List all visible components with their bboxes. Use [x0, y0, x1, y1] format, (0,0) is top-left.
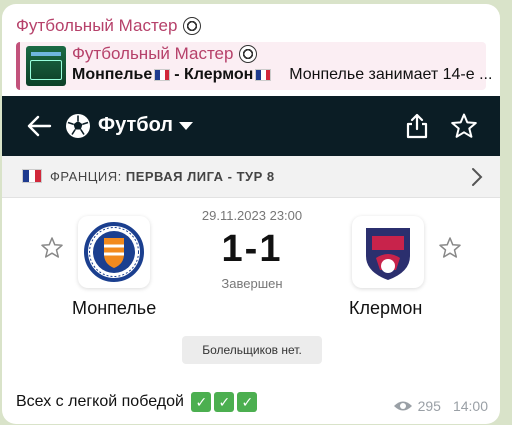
chevron-right-icon[interactable] — [470, 167, 484, 187]
check-mark-emoji-icon: ✓ — [214, 392, 235, 412]
match-score: 1-1 — [221, 228, 283, 270]
message-caption: Всех с легкой победой ✓ ✓ ✓ — [16, 392, 258, 412]
sender-name[interactable]: Футбольный Мастер — [16, 16, 202, 36]
france-flag-icon — [154, 69, 171, 81]
league-title: ФРАНЦИЯ: ПЕРВАЯ ЛИГА - ТУР 8 — [50, 169, 275, 184]
reply-preview-text: Монпелье занимает 14-е ... — [289, 66, 493, 83]
screenshot-image[interactable]: Футбол ФРАНЦИЯ: ПЕРВАЯ ЛИГА - ТУР 8 Монп… — [2, 96, 500, 378]
soccer-ball-emoji-icon — [183, 17, 202, 35]
message-bubble: Футбольный Мастер Футбольный Мастер Монп… — [2, 4, 500, 424]
match-status: Завершен — [221, 276, 283, 291]
reply-title: Футбольный Мастер — [72, 44, 258, 64]
view-count: 295 — [417, 398, 441, 414]
favorite-star-icon[interactable] — [450, 112, 478, 140]
reply-home-team: Монпелье — [72, 66, 153, 83]
league-header[interactable]: ФРАНЦИЯ: ПЕРВАЯ ЛИГА - ТУР 8 — [2, 156, 500, 198]
eye-icon — [393, 401, 412, 411]
reply-away-team: Клермон — [184, 66, 254, 83]
france-flag-icon — [22, 169, 42, 183]
soccer-ball-emoji-icon — [239, 45, 258, 63]
home-team-name[interactable]: Монпелье — [72, 298, 156, 319]
montpellier-crest-icon — [84, 222, 144, 282]
away-team-logo[interactable] — [352, 216, 424, 288]
message-time: 14:00 — [452, 398, 488, 414]
match-card: Монпелье 29.11.2023 23:00 1-1 Завершен К… — [2, 198, 500, 378]
back-arrow-icon[interactable] — [26, 113, 52, 139]
favorite-star-icon[interactable] — [40, 236, 64, 260]
away-team-name[interactable]: Клермон — [349, 298, 422, 319]
reply-title-text: Футбольный Мастер — [72, 44, 234, 63]
thumbnail-pitch — [30, 60, 62, 80]
reply-text: Монпелье - Клермон Монпелье занимает 14-… — [72, 66, 492, 84]
share-icon[interactable] — [404, 112, 430, 140]
chevron-down-icon[interactable] — [179, 122, 193, 130]
reply-thumbnail — [26, 46, 66, 86]
caption-text: Всех с легкой победой — [16, 393, 184, 410]
app-top-bar: Футбол — [2, 96, 500, 156]
league-name: ПЕРВАЯ ЛИГА - ТУР 8 — [125, 169, 275, 184]
thumbnail-header-bar — [31, 52, 61, 56]
league-country: ФРАНЦИЯ: — [50, 169, 122, 184]
check-mark-emoji-icon: ✓ — [191, 392, 212, 412]
reply-preview[interactable]: Футбольный Мастер Монпелье - Клермон Мон… — [16, 42, 492, 90]
match-datetime: 29.11.2023 23:00 — [201, 208, 303, 223]
sport-selector-label[interactable]: Футбол — [98, 114, 173, 137]
message-meta: 295 14:00 — [393, 398, 488, 414]
sender-name-text: Футбольный Мастер — [16, 16, 178, 35]
favorite-star-icon[interactable] — [438, 236, 462, 260]
france-flag-icon — [255, 69, 272, 81]
reply-separator: - — [174, 66, 180, 83]
home-team-logo[interactable] — [78, 216, 150, 288]
soccer-ball-icon — [66, 114, 90, 138]
clermont-crest-icon — [366, 228, 410, 280]
fans-button[interactable]: Болельщиков нет. — [182, 336, 322, 364]
check-mark-emoji-icon: ✓ — [237, 392, 258, 412]
